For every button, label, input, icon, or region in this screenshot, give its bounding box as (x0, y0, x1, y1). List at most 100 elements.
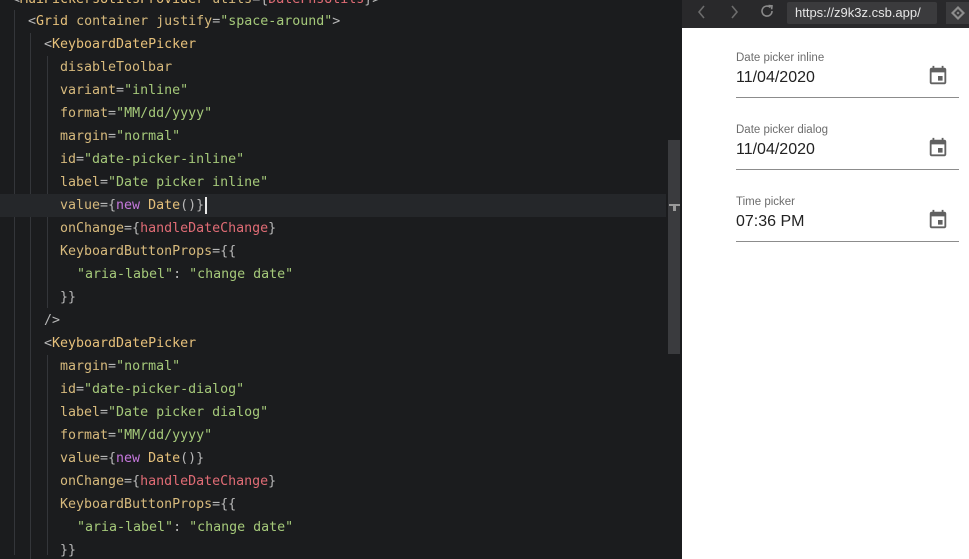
code-line[interactable]: variant="inline" (0, 79, 666, 102)
code-line-text: /> (44, 309, 60, 332)
codesandbox-button[interactable] (946, 2, 969, 24)
calendar-icon (927, 137, 949, 163)
code-token: value (60, 451, 101, 466)
code-line[interactable]: /> (0, 309, 666, 332)
back-button[interactable] (691, 3, 713, 25)
time-input[interactable]: 07:36 PM (736, 213, 804, 231)
code-line[interactable]: KeyboardButtonProps={{ (0, 240, 666, 263)
code-token: new (116, 198, 141, 213)
code-token: label (60, 175, 101, 190)
code-token: = (116, 83, 125, 98)
code-token: handleDateChange (140, 221, 269, 236)
code-token: = (212, 14, 221, 29)
code-token: Date (148, 451, 181, 466)
forward-button[interactable] (723, 3, 745, 25)
code-line[interactable]: <KeyboardDatePicker (0, 33, 666, 56)
text-cursor (205, 196, 208, 214)
code-token: format (60, 106, 109, 121)
code-token: ()} (180, 198, 205, 213)
code-line[interactable]: "aria-label": "change date" (0, 516, 666, 539)
code-token: = (108, 106, 117, 121)
code-token: ={ (124, 221, 141, 236)
code-editor[interactable]: <MuiPickersUtilsProvider utils={DateFnsU… (0, 0, 682, 559)
code-token: /> (44, 313, 61, 328)
code-line[interactable]: margin="normal" (0, 125, 666, 148)
code-token: "date-picker-inline" (84, 152, 245, 167)
code-line[interactable]: onChange={handleDateChange} (0, 217, 666, 240)
code-line[interactable]: value={new Date()} (0, 447, 666, 470)
code-token: : (173, 267, 190, 282)
code-token: "Date picker dialog" (108, 405, 269, 420)
code-line[interactable]: <KeyboardDatePicker (0, 332, 666, 355)
code-line[interactable]: format="MM/dd/yyyy" (0, 102, 666, 125)
code-line[interactable]: disableToolbar (0, 56, 666, 79)
change-date-button[interactable] (927, 137, 949, 159)
code-token: "change date" (189, 520, 294, 535)
code-line[interactable]: id="date-picker-inline" (0, 148, 666, 171)
code-line-text: value={new Date()} (60, 447, 204, 470)
change-time-button[interactable] (927, 209, 949, 231)
change-date-button[interactable] (927, 65, 949, 87)
code-token: = (108, 428, 117, 443)
code-token: "normal" (116, 129, 181, 144)
code-token: ={{ (212, 497, 237, 512)
code-token: value (60, 198, 101, 213)
code-token: < (44, 37, 53, 52)
url-bar[interactable]: https://z9k3z.csb.app/ (787, 2, 937, 24)
code-line[interactable]: "aria-label": "change date" (0, 263, 666, 286)
input-underline (736, 97, 959, 98)
date-input[interactable]: 11/04/2020 (736, 141, 815, 159)
code-token: KeyboardDatePicker (52, 37, 197, 52)
code-line-text: KeyboardButtonProps={{ (60, 240, 236, 263)
code-token: container (76, 14, 149, 29)
code-token: "aria-label" (77, 267, 174, 282)
code-line[interactable]: margin="normal" (0, 355, 666, 378)
code-line-text: margin="normal" (60, 355, 180, 378)
code-line-text: onChange={handleDateChange} (60, 217, 276, 240)
code-token: > (332, 14, 341, 29)
code-line[interactable]: }} (0, 286, 666, 309)
code-token: justify (156, 14, 213, 29)
code-token: format (60, 428, 109, 443)
code-line[interactable]: KeyboardButtonProps={{ (0, 493, 666, 516)
preview-pane: https://z9k3z.csb.app/ Date picker inlin… (682, 0, 969, 559)
code-line[interactable]: label="Date picker dialog" (0, 401, 666, 424)
code-token: = (100, 405, 109, 420)
code-line-text: }} (60, 286, 76, 309)
code-line[interactable]: }} (0, 539, 666, 559)
code-token: new (116, 451, 141, 466)
code-token: margin (60, 359, 109, 374)
code-token: }} (60, 543, 77, 558)
field-label: Time picker (736, 196, 795, 208)
code-line-text: KeyboardButtonProps={{ (60, 493, 236, 516)
code-line-text: margin="normal" (60, 125, 180, 148)
code-line[interactable]: id="date-picker-dialog" (0, 378, 666, 401)
code-token: = (108, 129, 117, 144)
date-picker-inline-field[interactable]: Date picker inline 11/04/2020 (736, 52, 959, 98)
time-picker-field[interactable]: Time picker 07:36 PM (736, 196, 959, 242)
code-token: handleDateChange (140, 474, 269, 489)
code-line-text: <Grid container justify="space-around"> (28, 10, 340, 33)
code-line[interactable]: value={new Date()} (0, 194, 666, 217)
input-underline (736, 169, 959, 170)
code-token: DateFnsUtils (268, 0, 364, 7)
code-token: }> (364, 0, 380, 7)
code-line[interactable]: <Grid container justify="space-around"> (0, 10, 666, 33)
code-token: label (60, 405, 101, 420)
code-line-text: format="MM/dd/yyyy" (60, 424, 212, 447)
code-line-text: id="date-picker-inline" (60, 148, 244, 171)
code-line[interactable]: format="MM/dd/yyyy" (0, 424, 666, 447)
code-token: "normal" (116, 359, 181, 374)
reload-button[interactable] (756, 3, 778, 25)
field-label: Date picker inline (736, 52, 825, 64)
code-line[interactable]: onChange={handleDateChange} (0, 470, 666, 493)
code-token: = (100, 175, 109, 190)
code-token: ={ (100, 451, 117, 466)
code-token: margin (60, 129, 109, 144)
editor-scrollbar-thumb[interactable] (668, 140, 680, 354)
code-line[interactable]: label="Date picker inline" (0, 171, 666, 194)
date-input[interactable]: 11/04/2020 (736, 69, 815, 87)
date-picker-dialog-field[interactable]: Date picker dialog 11/04/2020 (736, 124, 959, 170)
cursor-position-marker (669, 204, 680, 211)
